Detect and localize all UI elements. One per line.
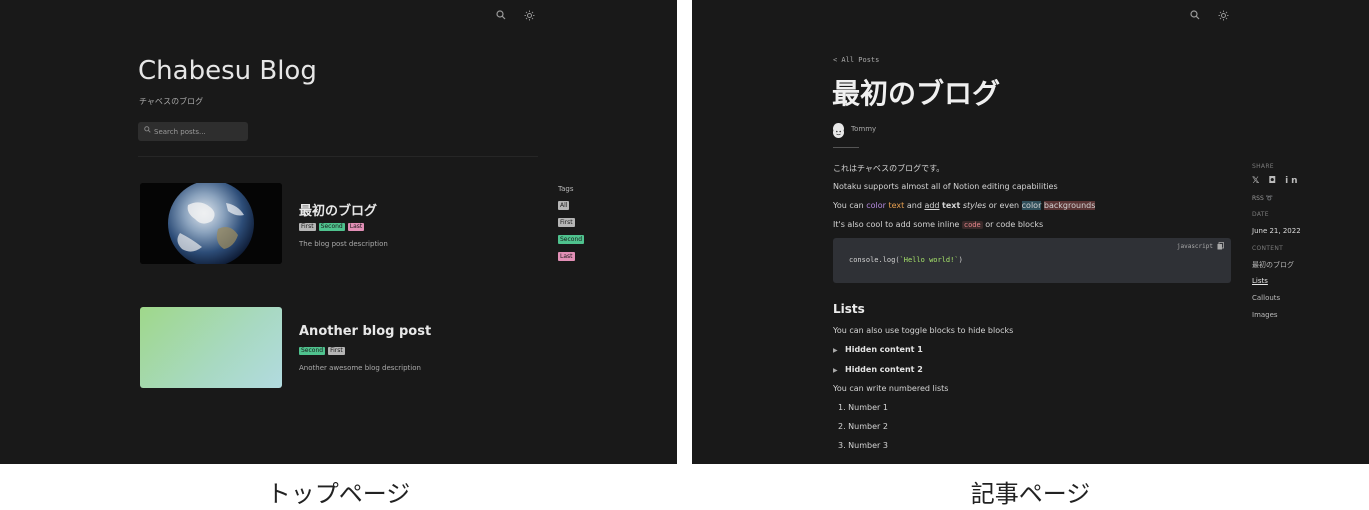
list-item: 1. Number 1 (838, 403, 888, 412)
post-card[interactable]: 最初のブログ First Second Last The blog post d… (140, 183, 540, 273)
tags-filter-list: All First Second Last (558, 201, 585, 261)
code-text: ) (958, 256, 963, 264)
tag-filter-second[interactable]: Second (558, 235, 585, 244)
back-to-all-posts-link[interactable]: < All Posts (833, 56, 879, 64)
search-icon[interactable] (1188, 10, 1202, 24)
share-label: SHARE (1252, 163, 1274, 170)
post-description: The blog post description (299, 240, 388, 248)
divider (833, 147, 859, 148)
code-string: `Hello world!` (899, 256, 959, 264)
list-item: 3. Number 3 (838, 441, 888, 450)
italic-text: styles (962, 201, 987, 210)
post-thumbnail-earth[interactable] (140, 183, 282, 264)
text-span: or even (986, 201, 1022, 210)
search-icon (144, 126, 151, 135)
sun-icon[interactable] (1216, 10, 1230, 24)
author-name: Tommy (851, 125, 877, 133)
paragraph-styled-text: You can color text and add text styles o… (833, 201, 1096, 210)
avatar (833, 123, 844, 138)
tag-filter-all[interactable]: All (558, 201, 570, 210)
tag-last[interactable]: Last (347, 223, 365, 231)
search-input[interactable] (154, 125, 244, 138)
date-label: DATE (1252, 211, 1269, 218)
toggle-block[interactable]: ▶ Hidden content 1 (833, 345, 923, 354)
text-span: You can (833, 201, 867, 210)
sun-icon[interactable] (522, 10, 536, 24)
search-icon[interactable] (494, 10, 508, 24)
post-description: Another awesome blog description (299, 364, 421, 372)
paragraph: これはチャベスのブログです。 (833, 164, 945, 173)
highlighted-text: backgrounds (1043, 201, 1096, 210)
underlined-text: add (924, 201, 940, 210)
toc-link[interactable]: Images (1252, 311, 1278, 319)
tag-first[interactable]: First (328, 347, 345, 355)
tag-filter-first[interactable]: First (558, 218, 575, 227)
toggle-label: Hidden content 2 (845, 365, 923, 374)
code-block: javascript console.log(`Hello world!`) (833, 238, 1231, 283)
tag-first[interactable]: First (299, 223, 316, 231)
post-thumbnail-gradient[interactable] (140, 307, 282, 388)
paragraph: You can write numbered lists (833, 384, 949, 393)
tags-heading: Tags (558, 185, 574, 193)
top-page-screenshot: Chabesu Blog チャベスのブログ Search posts... 最初… (0, 0, 677, 464)
tag-filter-last[interactable]: Last (558, 252, 575, 261)
post-tags: Second First (299, 347, 345, 355)
blog-title: Chabesu Blog (138, 56, 317, 86)
text-span: and (904, 201, 925, 210)
list-item: 2. Number 2 (838, 422, 888, 431)
toggle-label: Hidden content 1 (845, 345, 923, 354)
inline-code: code (961, 221, 983, 229)
caret-right-icon: ▶ (833, 347, 838, 354)
text-span: It's also cool to add some inline (833, 220, 962, 229)
tag-second[interactable]: Second (318, 223, 345, 231)
paragraph: You can also use toggle blocks to hide b… (833, 326, 1014, 335)
tag-second[interactable]: Second (299, 347, 326, 355)
rss-link[interactable]: RSS ➰ (1252, 195, 1273, 202)
code-line: console.log(`Hello world!`) (849, 256, 963, 264)
highlighted-text: color (1021, 201, 1042, 210)
toc-link[interactable]: Callouts (1252, 294, 1280, 302)
article-page-screenshot: < All Posts 最初のブログ Tommy これはチャベスのブログです。 … (692, 0, 1369, 464)
colored-text: color (866, 201, 886, 210)
toc-link[interactable]: 最初のブログ (1252, 260, 1294, 270)
content-label: CONTENT (1252, 245, 1284, 252)
copy-icon[interactable] (1217, 242, 1224, 252)
bold-text: text (942, 201, 961, 210)
caption-top-page: トップページ (266, 480, 411, 508)
paragraph-inline-code: It's also cool to add some inline code o… (833, 220, 1043, 229)
text-span: or code blocks (982, 220, 1044, 229)
divider (138, 156, 538, 157)
post-tags: First Second Last (299, 223, 365, 231)
code-text: console.log( (849, 256, 900, 264)
caption-article-page: 記事ページ (970, 480, 1091, 508)
caret-right-icon: ▶ (833, 367, 838, 374)
section-heading-lists: Lists (833, 302, 865, 316)
post-title[interactable]: Another blog post (299, 324, 431, 339)
colored-text: text (888, 201, 905, 210)
search-box[interactable] (138, 122, 248, 141)
paragraph: Notaku supports almost all of Notion edi… (833, 182, 1058, 191)
post-card[interactable]: Another blog post Second First Another a… (140, 307, 540, 397)
share-icons[interactable]: 𝕏 ◘ in (1252, 176, 1301, 186)
article-title: 最初のブログ (832, 77, 1001, 110)
blog-subtitle: チャベスのブログ (139, 97, 204, 106)
code-language-label: javascript (1176, 243, 1213, 250)
toggle-block[interactable]: ▶ Hidden content 2 (833, 365, 923, 374)
post-date: June 21, 2022 (1252, 227, 1301, 235)
toc-link-active[interactable]: Lists (1252, 277, 1268, 285)
post-title[interactable]: 最初のブログ (299, 200, 377, 219)
